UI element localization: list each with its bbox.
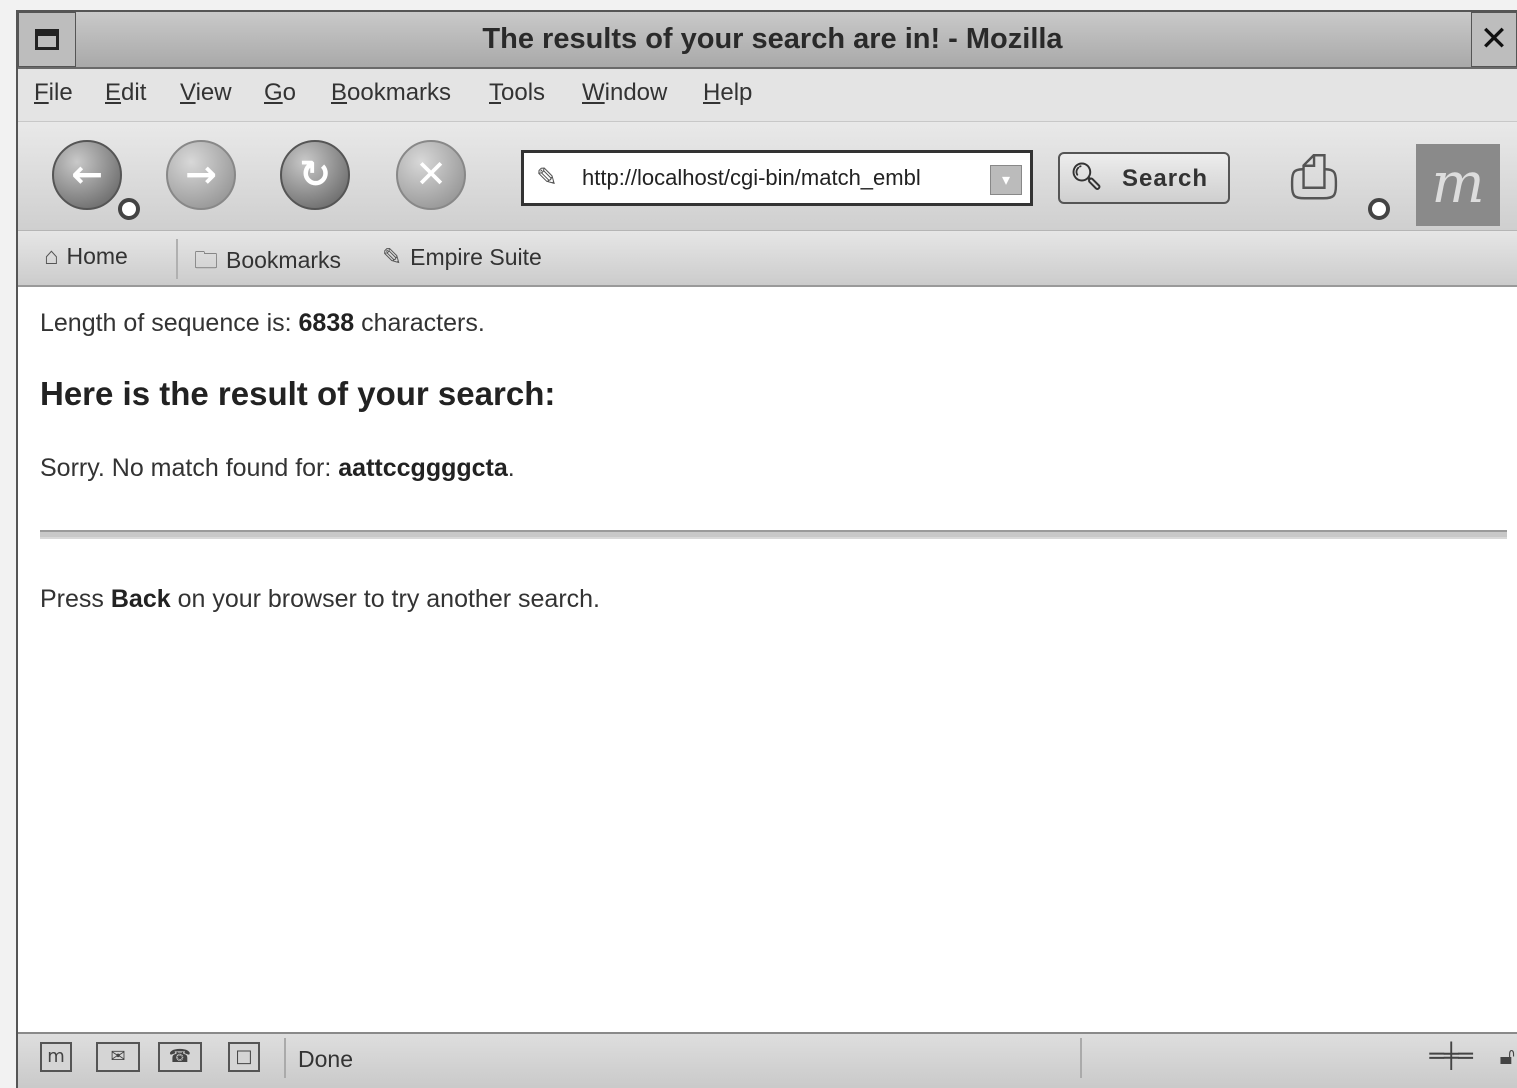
back-button[interactable]: ← — [52, 140, 122, 210]
status-separator — [284, 1038, 286, 1078]
security-lock-icon[interactable]: 🔓︎ — [1499, 1042, 1515, 1070]
forward-arrow-icon: → — [185, 152, 217, 196]
url-input[interactable]: http://localhost/cgi-bin/match_embl — [582, 165, 982, 191]
home-button[interactable]: ⌂ Home — [36, 243, 136, 271]
magnifier-icon: 🔍︎ — [1070, 161, 1104, 191]
url-history-dropdown[interactable]: ▾ — [990, 165, 1022, 195]
page-proxy-icon[interactable]: ✎ — [536, 163, 558, 193]
home-icon: ⌂ — [44, 243, 59, 270]
status-bar: m ✉ ☎ □ Done ═╪═ 🔓︎ — [18, 1032, 1517, 1088]
back-instruction-text: Press Back on your browser to try anothe… — [40, 585, 600, 613]
empire-suite-bookmark[interactable]: ✎ Empire Suite — [382, 243, 542, 272]
sequence-length-text: Length of sequence is: 6838 characters. — [40, 309, 485, 337]
forward-button[interactable]: → — [166, 140, 236, 210]
close-icon: ✕ — [1479, 19, 1509, 59]
sequence-length-value: 6838 — [298, 309, 355, 337]
mail-icon[interactable]: ✉ — [96, 1042, 140, 1072]
menu-bar: File Edit View Go Bookmarks Tools Window… — [18, 69, 1517, 122]
search-sequence-value: aattccggggcta — [338, 454, 508, 482]
no-match-text: Sorry. No match found for: aattccggggcta… — [40, 454, 515, 482]
bookmark-page-icon: ✎ — [382, 244, 403, 271]
menu-go[interactable]: Go — [264, 79, 296, 107]
navigator-icon[interactable]: m — [40, 1042, 72, 1072]
composer-icon[interactable]: □ — [228, 1042, 260, 1072]
horizontal-rule — [40, 530, 1507, 539]
stop-icon: ✕ — [415, 152, 447, 196]
online-status-icon[interactable]: ═╪═ — [1430, 1042, 1473, 1070]
printer-icon: ⎙ — [1290, 142, 1338, 212]
title-bar[interactable]: The results of your search are in! - Moz… — [18, 12, 1517, 69]
search-button[interactable]: 🔍︎ Search — [1058, 152, 1230, 204]
status-separator-2 — [1080, 1038, 1082, 1078]
menu-bookmarks[interactable]: Bookmarks — [331, 79, 451, 107]
stop-button[interactable]: ✕ — [396, 140, 466, 210]
menu-file[interactable]: File — [34, 79, 73, 107]
page-content: Length of sequence is: 6838 characters. … — [18, 287, 1517, 1032]
browser-window: The results of your search are in! - Moz… — [16, 10, 1517, 1088]
back-arrow-icon: ← — [71, 152, 103, 196]
window-title: The results of your search are in! - Moz… — [482, 23, 1063, 55]
menu-view[interactable]: View — [180, 79, 232, 107]
menu-help[interactable]: Help — [703, 79, 752, 107]
print-dropdown[interactable] — [1368, 198, 1390, 220]
print-button[interactable]: ⎙ — [1290, 142, 1338, 212]
menu-tools[interactable]: Tools — [489, 79, 545, 107]
reload-button[interactable]: ↻ — [280, 140, 350, 210]
status-text: Done — [298, 1046, 353, 1072]
result-heading: Here is the result of your search: — [40, 375, 556, 412]
bookmarks-button[interactable]: 🗀︎ Bookmarks — [194, 243, 341, 284]
close-button[interactable]: ✕ — [1471, 12, 1517, 67]
reload-icon: ↻ — [299, 152, 331, 196]
chat-icon[interactable]: ☎ — [158, 1042, 202, 1072]
window-menu-icon — [35, 29, 59, 50]
personal-toolbar: ⌂ Home 🗀︎ Bookmarks ✎ Empire Suite — [18, 231, 1517, 287]
toolbar-separator — [176, 239, 178, 279]
menu-window[interactable]: Window — [582, 79, 667, 107]
mozilla-m-icon: m — [1431, 151, 1485, 216]
back-history-dropdown[interactable] — [118, 198, 140, 220]
folder-icon: 🗀︎ — [194, 247, 218, 274]
navigation-toolbar: ← → ↻ ✕ ✎ http://localhost/cgi-bin/match… — [18, 122, 1517, 231]
mozilla-logo[interactable]: m — [1416, 144, 1500, 226]
window-menu-button[interactable] — [18, 12, 76, 67]
menu-edit[interactable]: Edit — [105, 79, 146, 107]
url-bar[interactable]: ✎ http://localhost/cgi-bin/match_embl ▾ — [521, 150, 1033, 206]
